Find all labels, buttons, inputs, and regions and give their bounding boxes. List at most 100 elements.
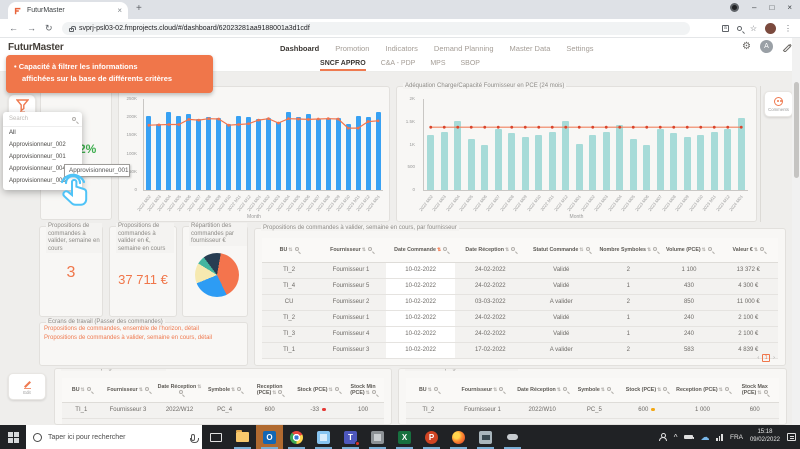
column-header[interactable]: Fournisseur⇅ <box>101 378 156 402</box>
column-search-icon[interactable] <box>764 390 768 394</box>
column-search-icon[interactable] <box>563 387 567 391</box>
onedrive-cloud-icon[interactable]: ☁ <box>700 433 709 442</box>
sort-icon[interactable]: ⇅ <box>757 390 761 396</box>
column-header[interactable]: Stock (PCE)⇅ <box>619 378 675 402</box>
dropdown-item[interactable]: All <box>3 127 82 139</box>
column-header[interactable]: Stock (PCE)⇅ <box>294 378 342 402</box>
browser-avatar[interactable] <box>765 23 776 34</box>
column-header[interactable]: BU⇅ <box>406 378 451 402</box>
reload-button[interactable]: ↻ <box>45 23 53 34</box>
taskbar-app-network-app[interactable] <box>499 425 526 449</box>
action-center-icon[interactable] <box>787 433 796 441</box>
network-signal-icon[interactable] <box>716 434 723 441</box>
column-search-icon[interactable] <box>278 390 282 394</box>
subtab-sncf-appro[interactable]: SNCF APPRO <box>320 60 366 71</box>
table-row[interactable]: TI_2Fournisseur 12022/W10PC_56001 000600 <box>406 402 779 418</box>
taskbar-app-remote-desktop[interactable] <box>472 425 499 449</box>
column-search-icon[interactable] <box>145 387 149 391</box>
edit-pencil-icon[interactable] <box>782 42 792 52</box>
browser-menu-icon[interactable]: ⋮ <box>784 24 792 33</box>
table-row[interactable]: TI_2Fournisseur 110-02-202224-02-2022Val… <box>262 310 778 326</box>
sort-icon[interactable]: ⇅ <box>288 247 292 253</box>
sort-icon[interactable]: ⇅ <box>329 387 333 393</box>
clock[interactable]: 15:18 09/02/2022 <box>750 429 780 445</box>
subtab-c-a-pdp[interactable]: C&A - PDP <box>381 60 416 71</box>
taskbar-app-powerpoint[interactable] <box>418 425 445 449</box>
taskbar-app-task-view[interactable] <box>202 425 229 449</box>
taskbar-app-chrome[interactable] <box>283 425 310 449</box>
column-header[interactable]: Valeur €⇅ <box>719 238 778 262</box>
column-header[interactable]: Fournisseur⇅ <box>316 238 386 262</box>
new-tab-button[interactable]: + <box>136 3 142 14</box>
column-header[interactable]: Reception (PCE)⇅ <box>675 378 731 402</box>
app-logo[interactable]: FuturMaster <box>8 42 64 53</box>
column-search-icon[interactable] <box>443 247 447 251</box>
tab-close-icon[interactable]: × <box>117 6 122 15</box>
page-number[interactable]: 1 <box>762 354 770 362</box>
column-search-icon[interactable] <box>708 247 712 251</box>
column-search-icon[interactable] <box>511 247 515 251</box>
start-button[interactable] <box>0 425 26 449</box>
window-minimize-button[interactable]: – <box>752 3 756 12</box>
microphone-icon[interactable] <box>191 434 195 441</box>
scrollbar-thumb[interactable] <box>794 82 799 178</box>
column-header[interactable]: Date Réception⇅ <box>455 238 525 262</box>
browser-profile-icon[interactable] <box>730 3 739 12</box>
column-header[interactable]: Symbole⇅ <box>570 378 618 402</box>
nav-item-indicators[interactable]: Indicators <box>385 44 418 53</box>
column-search-icon[interactable] <box>372 390 376 394</box>
sort-icon[interactable]: ⇅ <box>657 387 661 393</box>
taskbar-app-photos[interactable] <box>310 425 337 449</box>
column-search-icon[interactable] <box>87 387 91 391</box>
sort-icon[interactable]: ⇅ <box>579 247 583 253</box>
people-icon[interactable] <box>659 433 667 441</box>
taskbar-app-firefox[interactable] <box>445 425 472 449</box>
table-row[interactable]: TI_1Fournisseur 32022/W12PC_4600-33100 <box>62 402 384 418</box>
nav-item-master-data[interactable]: Master Data <box>510 44 551 53</box>
column-header[interactable]: BU⇅ <box>262 238 316 262</box>
sort-icon[interactable]: ⇅ <box>272 390 276 396</box>
forward-button[interactable]: → <box>27 23 36 33</box>
nav-item-demand-planning[interactable]: Demand Planning <box>434 44 494 53</box>
sort-icon[interactable]: ⇅ <box>647 247 651 253</box>
nav-item-promotion[interactable]: Promotion <box>335 44 369 53</box>
page-prev-icon[interactable]: ‹ <box>757 355 759 361</box>
column-search-icon[interactable] <box>653 247 657 251</box>
column-header[interactable]: Date Commande⇅ <box>386 238 456 262</box>
taskbar-app-excel[interactable] <box>391 425 418 449</box>
sort-icon[interactable]: ⇅ <box>719 387 723 393</box>
sort-icon[interactable]: ⇅ <box>197 384 201 390</box>
comments-button[interactable]: Comments <box>764 91 793 117</box>
taskbar-app-file-explorer[interactable] <box>229 425 256 449</box>
back-button[interactable]: ← <box>9 23 18 33</box>
column-header[interactable]: Symbole⇅ <box>204 378 246 402</box>
page-scrollbar[interactable] <box>792 38 800 425</box>
column-header[interactable]: BU⇅ <box>62 378 101 402</box>
url-text[interactable]: svprj-psl03-02.fmprojects.cloud/#/dashbo… <box>79 25 310 32</box>
taskbar-app-paint[interactable] <box>364 425 391 449</box>
sort-icon[interactable]: ⇅ <box>139 387 143 393</box>
column-header[interactable]: Date Réception⇅ <box>514 378 570 402</box>
column-search-icon[interactable] <box>295 247 299 251</box>
column-search-icon[interactable] <box>237 387 241 391</box>
column-search-icon[interactable] <box>760 247 764 251</box>
sort-icon[interactable]: ⇅ <box>754 247 758 253</box>
nav-item-dashboard[interactable]: Dashboard <box>280 44 319 53</box>
translate-icon[interactable]: a <box>722 25 729 32</box>
sort-icon[interactable]: ⇅ <box>362 247 366 253</box>
work-screen-link[interactable]: Propositions de commandes, ensemble de l… <box>44 326 247 332</box>
dropdown-item[interactable]: Approvisionneur_001 <box>3 151 82 163</box>
sort-icon[interactable]: ⇅ <box>702 247 706 253</box>
taskbar-app-outlook[interactable] <box>256 425 283 449</box>
column-search-icon[interactable] <box>499 387 503 391</box>
column-search-icon[interactable] <box>586 247 590 251</box>
column-header[interactable]: Volume (PCE)⇅ <box>659 238 718 262</box>
sort-icon[interactable]: ⇅ <box>493 387 497 393</box>
sort-icon[interactable]: ⇅ <box>81 387 85 393</box>
column-search-icon[interactable] <box>434 387 438 391</box>
address-bar[interactable]: svprj-psl03-02.fmprojects.cloud/#/dashbo… <box>62 22 690 35</box>
page-next-icon[interactable]: › <box>773 355 775 361</box>
sort-icon[interactable]: ⇅ <box>557 387 561 393</box>
edit-button[interactable]: Edit <box>8 373 46 400</box>
window-maximize-button[interactable]: □ <box>769 3 774 12</box>
